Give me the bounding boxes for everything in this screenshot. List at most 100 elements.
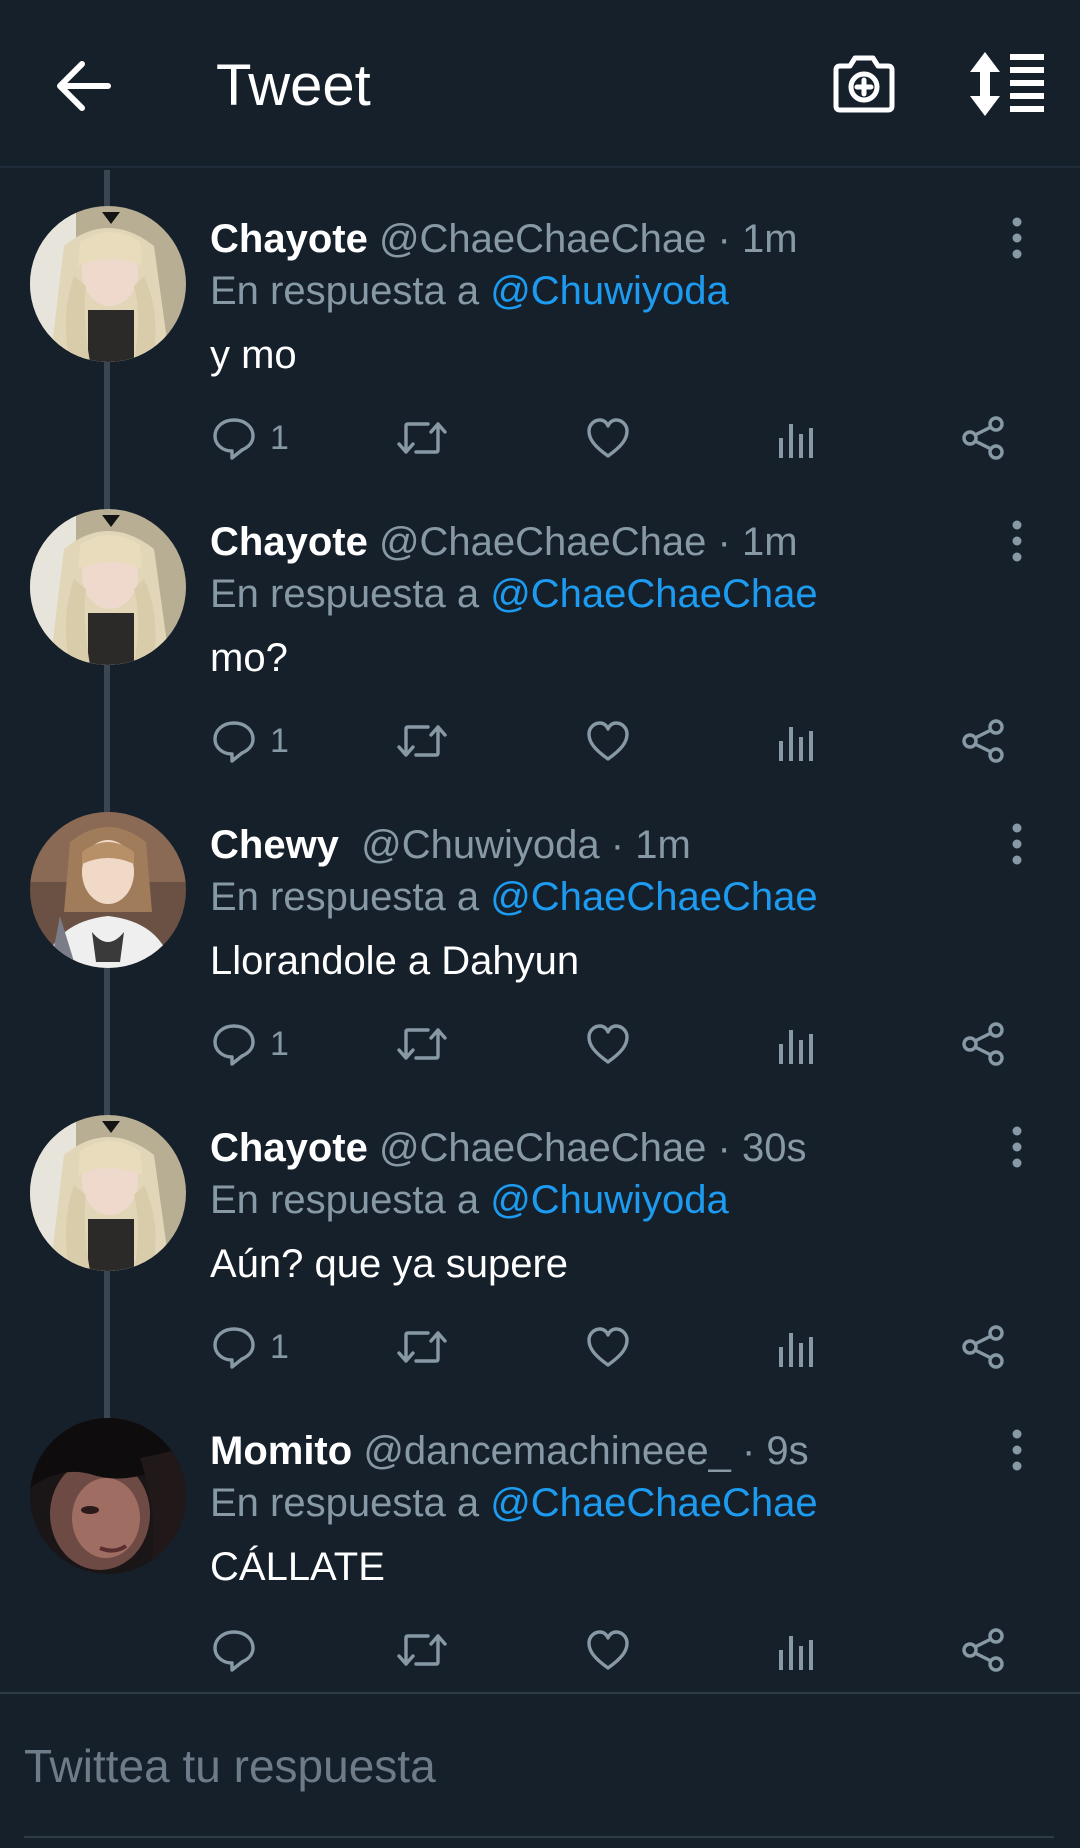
tweet-actions <box>210 1622 1030 1678</box>
reply-target-link[interactable]: @ChaeChaeChae <box>490 1481 817 1525</box>
more-vertical-icon <box>1012 1429 1022 1471</box>
sort-replies-button[interactable] <box>966 50 1046 118</box>
more-options-button[interactable] <box>1000 820 1034 868</box>
views-button[interactable] <box>776 1319 816 1375</box>
display-name[interactable]: Momito <box>210 1429 352 1473</box>
avatar[interactable] <box>30 812 186 968</box>
reply-context: En respuesta a @ChaeChaeChae <box>210 872 818 922</box>
avatar[interactable] <box>30 206 186 362</box>
like-button[interactable] <box>586 1319 630 1375</box>
reply-prefix: En respuesta a <box>210 1481 491 1525</box>
reply-target-link[interactable]: @Chuwiyoda <box>490 269 729 313</box>
share-icon <box>962 1022 1004 1066</box>
tweet-meta: Chayote @ChaeChaeChae · 1m <box>210 214 798 264</box>
top-app-bar: Tweet <box>0 0 1080 168</box>
reply-count: 1 <box>270 1024 289 1063</box>
views-button[interactable] <box>776 410 816 466</box>
display-name[interactable]: Chayote <box>210 520 368 564</box>
reply-target-link[interactable]: @ChaeChaeChae <box>490 875 817 919</box>
tweet[interactable]: Chewy @Chuwiyoda · 1m En respuesta a @Ch… <box>0 812 1080 1115</box>
analytics-icon <box>779 424 813 458</box>
share-button[interactable] <box>960 410 1006 466</box>
more-vertical-icon <box>1012 520 1022 562</box>
like-button[interactable] <box>586 410 630 466</box>
tweet-text: mo? <box>210 636 288 680</box>
views-button[interactable] <box>776 713 816 769</box>
retweet-button[interactable] <box>396 1622 448 1678</box>
heart-icon <box>587 1024 629 1064</box>
tweet-meta: Chayote @ChaeChaeChae · 30s <box>210 1123 806 1173</box>
more-options-button[interactable] <box>1000 214 1034 262</box>
reply-icon <box>213 1327 255 1369</box>
arrow-left-icon <box>57 61 111 111</box>
retweet-icon <box>397 1634 447 1666</box>
reply-button[interactable]: 1 <box>212 1016 289 1072</box>
reply-prefix: En respuesta a <box>210 1178 491 1222</box>
reply-composer <box>0 1692 1080 1842</box>
retweet-icon <box>397 1028 447 1060</box>
avatar[interactable] <box>30 509 186 665</box>
reply-button[interactable]: 1 <box>212 713 289 769</box>
retweet-button[interactable] <box>396 713 448 769</box>
share-icon <box>962 719 1004 763</box>
analytics-icon <box>779 727 813 761</box>
like-button[interactable] <box>586 1016 630 1072</box>
heart-icon <box>587 721 629 761</box>
reply-button[interactable]: 1 <box>212 1319 289 1375</box>
more-options-button[interactable] <box>1000 1123 1034 1171</box>
like-button[interactable] <box>586 713 630 769</box>
tweet-actions: 1 <box>210 1319 1030 1375</box>
sort-icon <box>970 52 1044 116</box>
tweet-actions: 1 <box>210 713 1030 769</box>
heart-icon <box>587 418 629 458</box>
display-name[interactable]: Chayote <box>210 217 368 261</box>
like-button[interactable] <box>586 1622 630 1678</box>
page-title: Tweet <box>216 53 371 118</box>
handle-and-time: @Chuwiyoda · 1m <box>361 823 691 867</box>
more-options-button[interactable] <box>1000 517 1034 565</box>
share-button[interactable] <box>960 1016 1006 1072</box>
share-button[interactable] <box>960 713 1006 769</box>
retweet-icon <box>397 422 447 454</box>
handle-and-time: @ChaeChaeChae · 1m <box>378 520 798 564</box>
retweet-button[interactable] <box>396 410 448 466</box>
views-button[interactable] <box>776 1016 816 1072</box>
reply-target-link[interactable]: @ChaeChaeChae <box>490 572 817 616</box>
tweet[interactable]: Chayote @ChaeChaeChae · 1m En respuesta … <box>0 509 1080 812</box>
share-button[interactable] <box>960 1319 1006 1375</box>
views-button[interactable] <box>776 1622 816 1678</box>
tweet-meta: Chayote @ChaeChaeChae · 1m <box>210 517 798 567</box>
more-options-button[interactable] <box>1000 1426 1034 1474</box>
avatar[interactable] <box>30 1418 186 1574</box>
retweet-button[interactable] <box>396 1319 448 1375</box>
handle-and-time: @dancemachineee_ · 9s <box>363 1429 809 1473</box>
avatar[interactable] <box>30 1115 186 1271</box>
back-button[interactable] <box>52 54 116 118</box>
retweet-button[interactable] <box>396 1016 448 1072</box>
reply-button[interactable] <box>212 1622 270 1678</box>
more-vertical-icon <box>1012 217 1022 259</box>
share-icon <box>962 1628 1004 1672</box>
more-vertical-icon <box>1012 823 1022 865</box>
reply-icon <box>213 1024 255 1066</box>
reply-input[interactable] <box>24 1726 1054 1806</box>
reply-count: 1 <box>270 1327 289 1366</box>
reply-prefix: En respuesta a <box>210 875 491 919</box>
share-button[interactable] <box>960 1622 1006 1678</box>
reply-context: En respuesta a @ChaeChaeChae <box>210 1478 818 1528</box>
display-name[interactable]: Chayote <box>210 1126 368 1170</box>
reply-prefix: En respuesta a <box>210 269 491 313</box>
tweet[interactable]: Chayote @ChaeChaeChae · 1m En respuesta … <box>0 206 1080 509</box>
display-name[interactable]: Chewy <box>210 823 339 867</box>
share-icon <box>962 1325 1004 1369</box>
tweet[interactable]: Chayote @ChaeChaeChae · 30s En respuesta… <box>0 1115 1080 1418</box>
reply-icon <box>213 1630 255 1672</box>
reply-target-link[interactable]: @Chuwiyoda <box>490 1178 729 1222</box>
camera-button[interactable] <box>830 50 898 118</box>
handle-and-time: @ChaeChaeChae · 30s <box>378 1126 807 1170</box>
tweet-text: Aún? que ya supere <box>210 1242 569 1286</box>
reply-button[interactable]: 1 <box>212 410 289 466</box>
tweet[interactable]: Momito @dancemachineee_ · 9s En respuest… <box>0 1418 1080 1721</box>
handle-and-time: @ChaeChaeChae · 1m <box>378 217 798 261</box>
reply-prefix: En respuesta a <box>210 572 491 616</box>
